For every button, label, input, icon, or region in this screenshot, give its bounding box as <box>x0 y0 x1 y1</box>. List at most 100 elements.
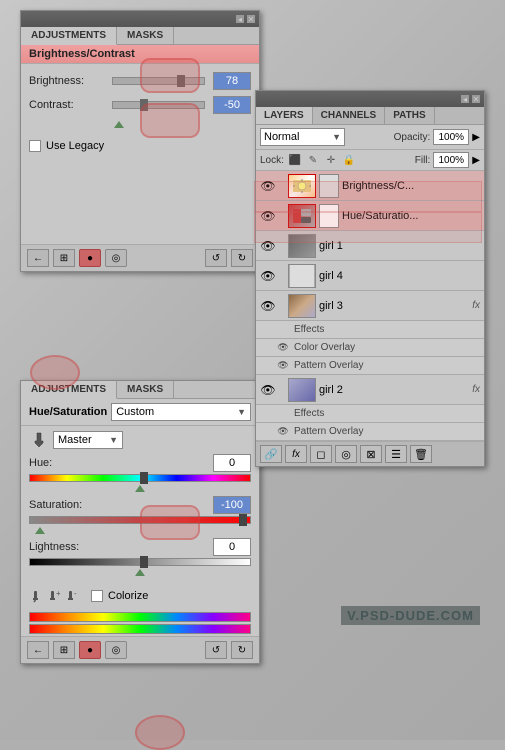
saturation-slider-track[interactable] <box>29 516 251 524</box>
add-layer-style-btn[interactable]: fx <box>285 445 307 463</box>
titlebar-icons: ◂ ✕ <box>236 15 255 23</box>
eyedropper-icon[interactable] <box>29 589 43 603</box>
lock-position-icon[interactable]: ✎ <box>306 153 320 167</box>
hue-toolbar-back-btn[interactable]: ← <box>27 641 49 659</box>
new-fill-adj-btn[interactable]: ◎ <box>335 445 357 463</box>
girl2-effects-label: Effects <box>294 408 324 419</box>
contrast-slider-thumb[interactable] <box>140 99 148 111</box>
tab-masks-top[interactable]: MASKS <box>117 27 174 44</box>
toolbar-back-btn[interactable]: ← <box>27 249 49 267</box>
layer-girl2-eye[interactable]: 👁 <box>260 382 276 398</box>
collapse-icon[interactable]: ◂ <box>236 15 244 23</box>
lightness-label: Lightness: <box>29 541 104 553</box>
toolbar-grid-btn[interactable]: ⊞ <box>53 249 75 267</box>
delete-layer-btn[interactable]: 🗑 <box>410 445 432 463</box>
lock-pixels-icon[interactable]: ⬛ <box>288 153 302 167</box>
watermark: V.PSD-DUDE.COM <box>341 606 480 625</box>
layer-hue-saturation[interactable]: 👁 Hue/Saturatio... <box>256 201 484 231</box>
hue-toolbar-eye-btn[interactable]: ◎ <box>105 641 127 659</box>
layers-tabs: LAYERS CHANNELS PATHS <box>256 107 484 125</box>
layer-girl4[interactable]: 👁 girl 4 <box>256 261 484 291</box>
brightness-value[interactable]: 78 <box>213 72 251 90</box>
layer-girl2-pattern-overlay: 👁 Pattern Overlay <box>256 423 484 441</box>
preset-dropdown[interactable]: Custom ▼ <box>111 403 251 421</box>
toolbar-redo-btn[interactable]: ↻ <box>231 249 253 267</box>
opacity-value[interactable]: 100% <box>433 129 469 145</box>
opacity-label: Opacity: <box>394 132 431 143</box>
layer-girl3[interactable]: 👁 girl 3 fx <box>256 291 484 321</box>
saturation-slider-thumb[interactable] <box>239 514 247 526</box>
girl3-color-overlay-label: Color Overlay <box>294 342 355 353</box>
tab-adjustments-bottom[interactable]: ADJUSTMENTS <box>21 381 117 399</box>
eye-color-overlay[interactable]: 👁 <box>276 341 290 355</box>
eyedropper-minus-icon[interactable]: - <box>65 589 79 603</box>
lightness-value[interactable]: 0 <box>213 538 251 556</box>
layers-options-row: Normal ▼ Opacity: 100% ▶ <box>256 125 484 150</box>
hue-slider-track[interactable] <box>29 474 251 482</box>
hue-toolbar-redo-btn[interactable]: ↻ <box>231 641 253 659</box>
add-mask-btn[interactable]: ◻ <box>310 445 332 463</box>
lightness-row: Lightness: 0 <box>21 538 259 556</box>
hue-triangle-area <box>29 484 251 492</box>
lock-label: Lock: <box>260 155 284 166</box>
hue-toolbar-grid-btn[interactable]: ⊞ <box>53 641 75 659</box>
hue-section-title: Hue/Saturation <box>29 406 107 418</box>
fill-value[interactable]: 100% <box>433 152 469 168</box>
tab-masks-bottom[interactable]: MASKS <box>117 381 174 398</box>
lightness-slider-thumb[interactable] <box>140 556 148 568</box>
colorize-checkbox[interactable] <box>91 590 103 602</box>
layers-close-icon[interactable]: ✕ <box>472 95 480 103</box>
layer-girl4-eye[interactable]: 👁 <box>260 268 276 284</box>
layer-girl1[interactable]: 👁 girl 1 <box>256 231 484 261</box>
hue-toolbar-circle-btn[interactable]: ● <box>79 641 101 659</box>
toolbar-circle-btn[interactable]: ● <box>79 249 101 267</box>
master-dropdown[interactable]: Master ▼ <box>53 431 123 449</box>
layer-brightness[interactable]: 👁 Brightness/C... <box>256 171 484 201</box>
close-icon[interactable]: ✕ <box>247 15 255 23</box>
layer-brightness-thumb <box>288 174 316 198</box>
saturation-label: Saturation: <box>29 499 104 511</box>
layer-brightness-eye[interactable]: 👁 <box>260 178 276 194</box>
new-layer-btn[interactable]: ☰ <box>385 445 407 463</box>
brightness-slider-thumb[interactable] <box>177 75 185 87</box>
layer-girl3-eye[interactable]: 👁 <box>260 298 276 314</box>
link-layers-btn[interactable]: 🔗 <box>260 445 282 463</box>
layer-hue-eye[interactable]: 👁 <box>260 208 276 224</box>
hue-value[interactable]: 0 <box>213 454 251 472</box>
hue-row: Hue: 0 <box>21 454 259 472</box>
girl2-pattern-overlay-label: Pattern Overlay <box>294 426 363 437</box>
saturation-value[interactable]: -100 <box>213 496 251 514</box>
tab-paths[interactable]: PATHS <box>385 107 434 124</box>
hue-toolbar-reset-btn[interactable]: ↺ <box>205 641 227 659</box>
toolbar-reset-btn[interactable]: ↺ <box>205 249 227 267</box>
legacy-checkbox[interactable] <box>29 140 41 152</box>
blend-dropdown-arrow: ▼ <box>332 132 341 142</box>
preset-value: Custom <box>116 406 154 418</box>
hue-slider-thumb[interactable] <box>140 472 148 484</box>
lock-move-icon[interactable]: ✛ <box>324 153 338 167</box>
brightness-slider-track[interactable] <box>112 77 205 85</box>
eyedropper-plus-icon[interactable]: + <box>47 589 61 603</box>
saturation-triangle <box>35 527 45 534</box>
lightness-slider-track[interactable] <box>29 558 251 566</box>
layer-girl2[interactable]: 👁 girl 2 fx <box>256 375 484 405</box>
hue-label: Hue: <box>29 457 104 469</box>
eye-pattern-overlay-g3[interactable]: 👁 <box>276 359 290 373</box>
contrast-value[interactable]: -50 <box>213 96 251 114</box>
blend-mode-dropdown[interactable]: Normal ▼ <box>260 128 345 146</box>
tab-layers[interactable]: LAYERS <box>256 107 313 124</box>
layer-girl1-eye[interactable]: 👁 <box>260 238 276 254</box>
contrast-slider-track[interactable] <box>112 101 205 109</box>
lock-all-icon[interactable]: 🔒 <box>342 153 356 167</box>
toolbar-eye-btn[interactable]: ◎ <box>105 249 127 267</box>
svg-text:-: - <box>74 589 77 598</box>
layer-girl3-color-overlay: 👁 Color Overlay <box>256 339 484 357</box>
eye-pattern-overlay-g2[interactable]: 👁 <box>276 425 290 439</box>
new-group-btn[interactable]: ⊠ <box>360 445 382 463</box>
hue-hand-icon[interactable] <box>29 430 49 450</box>
master-dropdown-arrow: ▼ <box>109 435 118 445</box>
layers-collapse-icon[interactable]: ◂ <box>461 95 469 103</box>
tab-channels[interactable]: CHANNELS <box>313 107 386 124</box>
layer-girl2-thumb <box>288 378 316 402</box>
tab-adjustments-top[interactable]: ADJUSTMENTS <box>21 27 117 45</box>
